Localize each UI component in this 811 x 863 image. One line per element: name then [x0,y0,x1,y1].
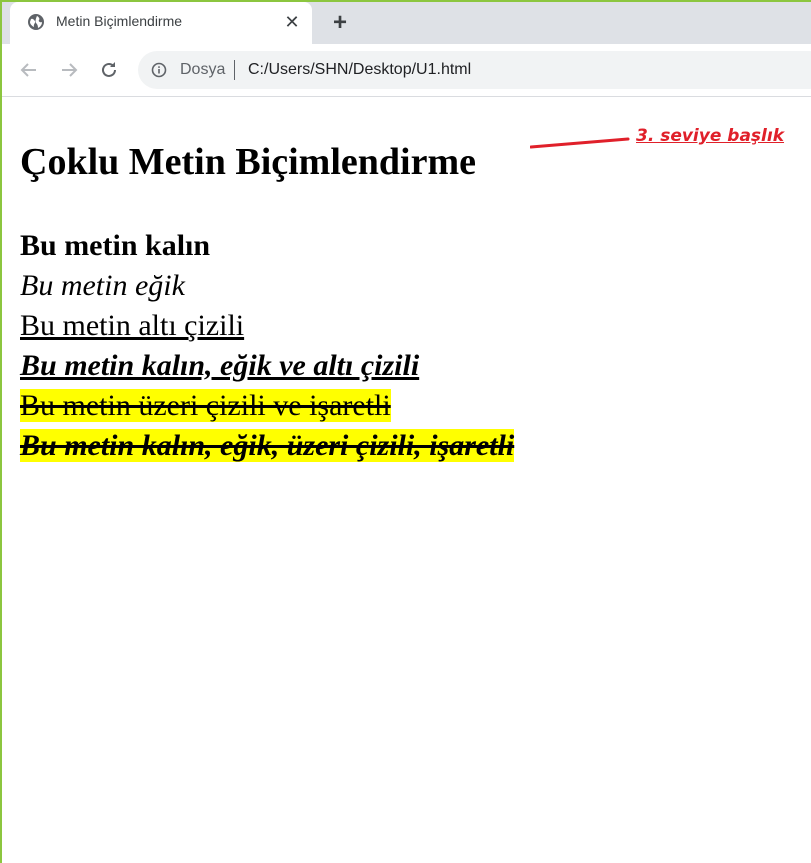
address-bar[interactable]: Dosya C:/Users/SHN/Desktop/U1.html [138,51,811,89]
globe-icon [27,13,45,31]
browser-toolbar: Dosya C:/Users/SHN/Desktop/U1.html [2,44,811,97]
page-heading: Çoklu Metin Biçimlendirme [20,141,476,183]
tab-title: Metin Biçimlendirme [56,13,183,29]
bold-italic-strike-marked-text-line: Bu metin kalın, eğik, üzeri çizili, işar… [20,429,515,462]
browser-tab[interactable]: Metin Biçimlendirme ✕ [10,2,312,44]
address-separator [234,60,235,80]
new-tab-button[interactable]: + [327,9,353,36]
strike-marked-text-line: Bu metin üzeri çizili ve işaretli [20,389,391,422]
address-scheme-label: Dosya [180,61,226,78]
back-arrow-icon[interactable] [15,56,43,84]
annotation-arrow-line [530,137,630,149]
underline-text-line: Bu metin altı çizili [20,309,245,342]
italic-text-line: Bu metin eğik [20,269,185,302]
address-url: C:/Users/SHN/Desktop/U1.html [248,61,472,78]
formatted-text-block: Bu metin kalın Bu metin eğik Bu metin al… [20,226,515,466]
reload-icon[interactable] [95,56,123,84]
forward-arrow-icon[interactable] [55,56,83,84]
annotation-label: 3. seviye başlık [636,126,785,146]
tab-strip: Metin Biçimlendirme ✕ + [2,2,811,44]
info-icon[interactable] [151,62,167,78]
browser-window: Metin Biçimlendirme ✕ + Dosya C:/Users/S… [0,0,811,863]
close-tab-icon[interactable]: ✕ [281,11,303,33]
bold-italic-underline-text-line: Bu metin kalın, eğik ve altı çizili [20,349,420,382]
bold-text-line: Bu metin kalın [20,229,211,262]
